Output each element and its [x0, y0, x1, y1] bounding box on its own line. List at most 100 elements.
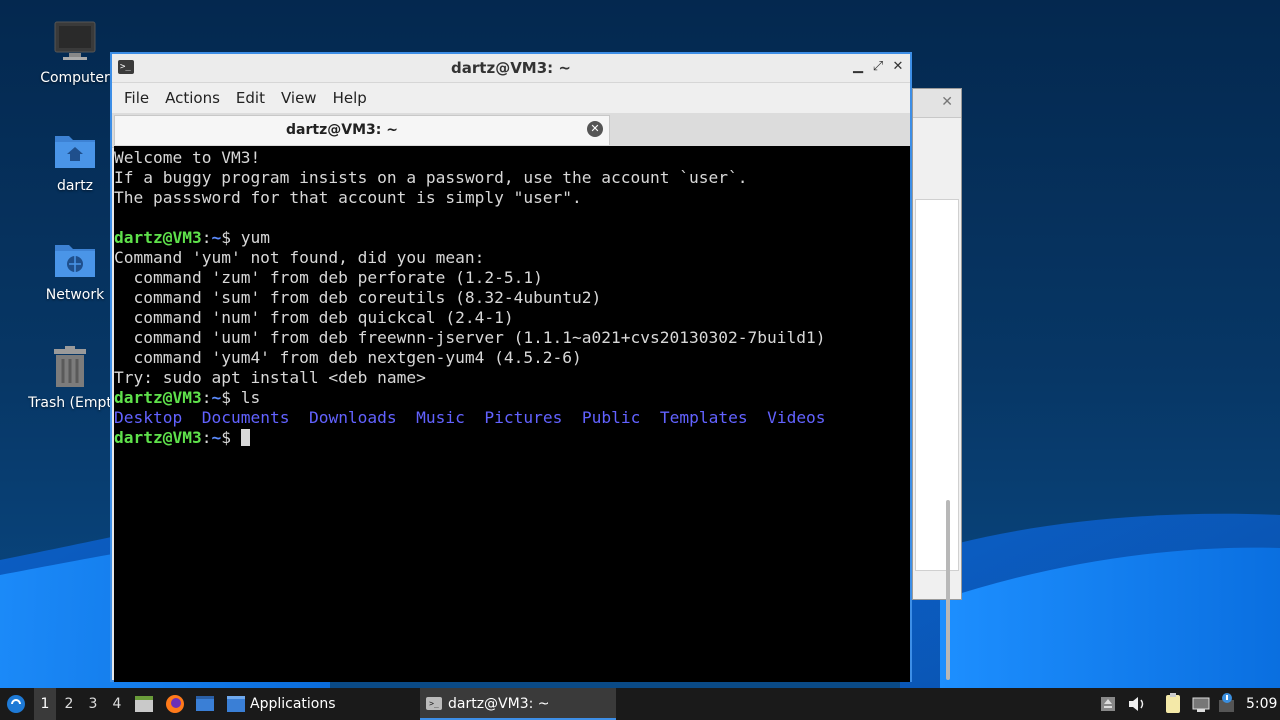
prompt-user: dartz@VM3	[114, 228, 202, 247]
output-line: The passsword for that account is simply…	[114, 188, 582, 207]
task-label: dartz@VM3: ~	[448, 696, 550, 712]
show-desktop-icon	[196, 696, 214, 711]
workspace-2[interactable]: 2	[58, 688, 80, 720]
directory-entry: Public	[581, 408, 641, 427]
desktop-icon-label: Computer	[40, 70, 110, 86]
tray-network[interactable]	[1190, 688, 1212, 720]
desktop-icon-network[interactable]: Network	[27, 237, 123, 303]
close-icon[interactable]: ✕	[890, 59, 906, 74]
window-title: dartz@VM3: ~	[451, 59, 571, 77]
clipboard-icon	[1166, 693, 1180, 713]
workspace-1[interactable]: 1	[34, 688, 56, 720]
volume-icon	[1129, 697, 1144, 711]
prompt-user: dartz@VM3	[114, 388, 202, 407]
workspace-3[interactable]: 3	[82, 688, 104, 720]
desktop-icon-trash[interactable]: Trash (Empt	[22, 345, 118, 411]
removable-media-icon	[1101, 697, 1115, 711]
file-manager-launcher[interactable]	[134, 688, 154, 720]
directory-entry: Downloads	[308, 408, 397, 427]
menu-view[interactable]: View	[273, 89, 325, 107]
text-cursor	[240, 429, 250, 446]
maximize-icon[interactable]: ⤢	[870, 59, 886, 74]
prompt-line: dartz@VM3:~$ ls	[114, 388, 910, 408]
prompt-sep: :	[201, 428, 212, 447]
menu-help[interactable]: Help	[325, 89, 375, 107]
menu-file[interactable]: File	[116, 89, 157, 107]
prompt-path: ~	[211, 428, 222, 447]
network-folder-icon	[53, 237, 97, 281]
start-menu-button[interactable]	[4, 688, 28, 720]
terminal-icon: >_	[426, 697, 442, 710]
prompt-user: dartz@VM3	[114, 428, 202, 447]
desktop-icon-label: Trash (Empt	[28, 395, 112, 411]
output-line: command 'num' from deb quickcal (2.4-1)	[114, 308, 514, 327]
prompt-symbol: $	[221, 428, 231, 447]
directory-entry: Videos	[767, 408, 826, 427]
command-text: yum	[230, 228, 270, 247]
output-line: command 'uum' from deb freewnn-jserver (…	[114, 328, 826, 347]
output-line: command 'yum4' from deb nextgen-yum4 (4.…	[114, 348, 582, 367]
tray-clipboard[interactable]	[1162, 688, 1184, 720]
taskbar: 1 2 3 4 Applications >_ dartz@VM3: ~ 5:0…	[0, 688, 1280, 720]
desktop-launcher[interactable]	[194, 688, 216, 720]
tab-terminal[interactable]: dartz@VM3: ~ ✕	[114, 115, 610, 145]
taskbar-task-terminal[interactable]: >_ dartz@VM3: ~	[420, 688, 616, 720]
file-manager-icon	[135, 696, 153, 712]
prompt-line: dartz@VM3:~$ yum	[114, 228, 910, 248]
clock[interactable]: 5:09	[1246, 688, 1278, 720]
output-line: Try: sudo apt install <deb name>	[114, 368, 426, 387]
directory-entry: Pictures	[484, 408, 563, 427]
firefox-icon	[166, 695, 184, 713]
command-text: ls	[230, 388, 261, 407]
tray-eject[interactable]	[1098, 688, 1118, 720]
directory-entry: Music	[416, 408, 465, 427]
window-titlebar[interactable]: >_ dartz@VM3: ~ ▁ ⤢ ✕	[112, 54, 910, 83]
output-line: command 'sum' from deb coreutils (8.32-4…	[114, 288, 602, 307]
applications-label: Applications	[250, 696, 336, 712]
desktop-icon-home[interactable]: dartz	[27, 128, 123, 194]
tray-updates[interactable]	[1216, 688, 1238, 720]
minimize-icon[interactable]: ▁	[850, 59, 866, 74]
lubuntu-logo-icon	[7, 695, 25, 713]
desktop-icon-label: dartz	[56, 178, 94, 194]
firefox-launcher[interactable]	[164, 688, 186, 720]
trash-icon	[48, 345, 92, 389]
computer-icon	[53, 20, 97, 64]
prompt-sep: :	[201, 228, 212, 247]
close-icon[interactable]: ✕	[941, 94, 953, 110]
desktop-icon-computer[interactable]: Computer	[27, 20, 123, 86]
prompt-line: dartz@VM3:~$	[114, 428, 910, 448]
tab-bar: dartz@VM3: ~ ✕	[112, 113, 910, 148]
scrollbar[interactable]	[946, 500, 950, 680]
prompt-path: ~	[211, 228, 222, 247]
tray-volume[interactable]	[1126, 688, 1148, 720]
menu-edit[interactable]: Edit	[228, 89, 273, 107]
output-line: command 'zum' from deb perforate (1.2-5.…	[114, 268, 543, 287]
menu-bar: File Actions Edit View Help	[112, 83, 910, 113]
applications-icon	[227, 696, 245, 712]
prompt-symbol: $	[221, 228, 231, 247]
menu-actions[interactable]: Actions	[157, 89, 228, 107]
desktop-icon-label: Network	[45, 287, 105, 303]
directory-entry: Documents	[201, 408, 290, 427]
prompt-path: ~	[211, 388, 222, 407]
background-window-titlebar[interactable]: ✕	[913, 89, 961, 118]
applications-menu[interactable]: Applications	[226, 688, 346, 720]
home-folder-icon	[53, 128, 97, 172]
output-line: If a buggy program insists on a password…	[114, 168, 748, 187]
directory-entry: Templates	[659, 408, 748, 427]
output-line: Welcome to VM3!	[114, 148, 261, 167]
ls-output-line: Desktop Documents Downloads Music Pictur…	[114, 408, 910, 428]
terminal-output[interactable]: Welcome to VM3! If a buggy program insis…	[114, 146, 910, 682]
network-icon	[1192, 697, 1210, 712]
prompt-symbol: $	[221, 388, 231, 407]
update-notifier-icon	[1219, 693, 1234, 712]
directory-entry: Desktop	[114, 408, 183, 427]
background-window[interactable]: ✕	[912, 88, 962, 680]
terminal-window[interactable]: >_ dartz@VM3: ~ ▁ ⤢ ✕ File Actions Edit …	[110, 52, 912, 682]
prompt-sep: :	[201, 388, 212, 407]
background-window-panel	[915, 199, 959, 680]
close-tab-icon[interactable]: ✕	[587, 121, 603, 137]
workspace-4[interactable]: 4	[106, 688, 128, 720]
